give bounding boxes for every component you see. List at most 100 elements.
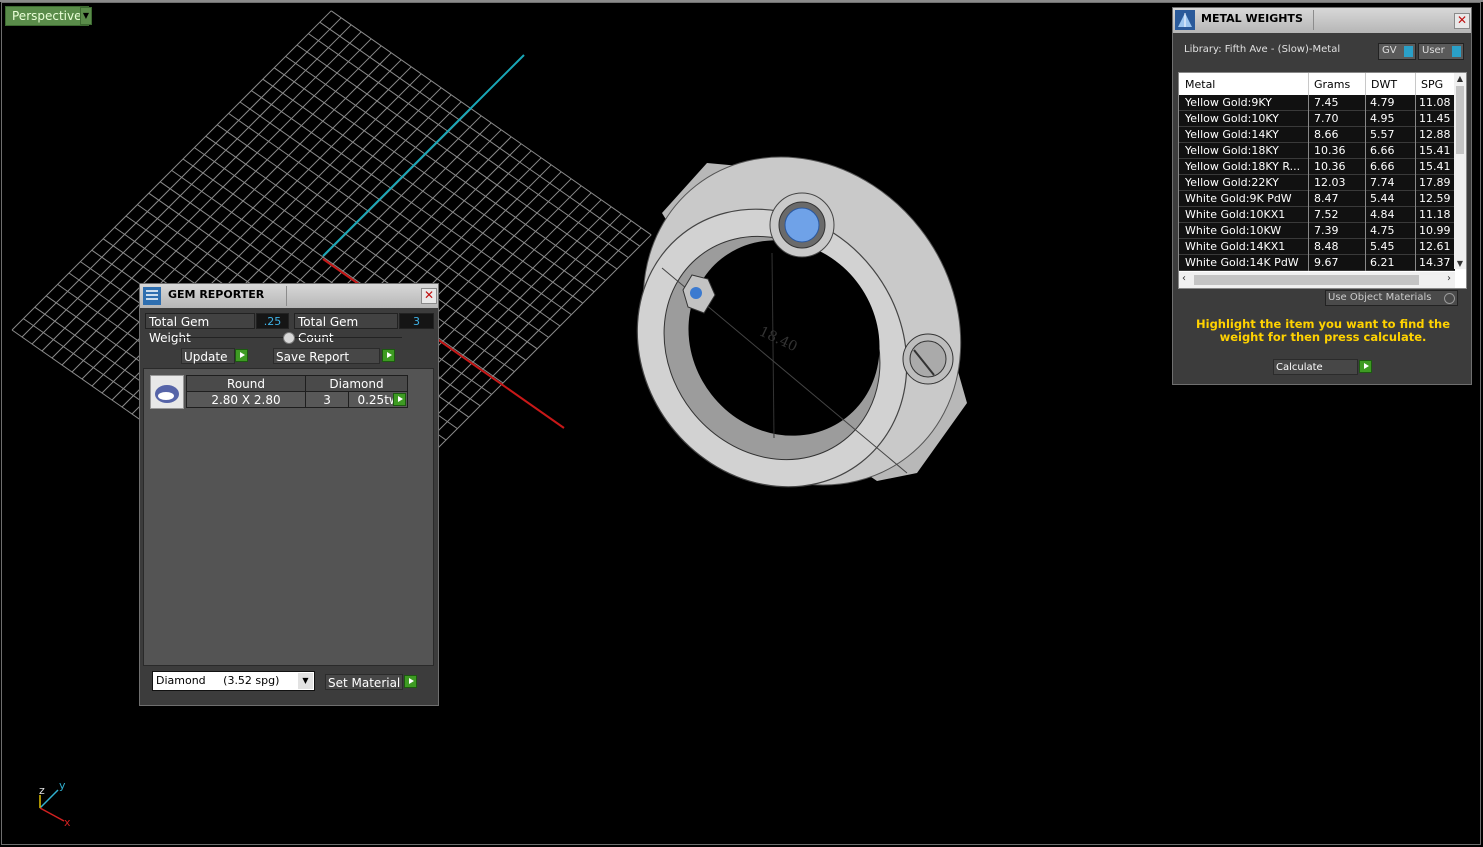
user-indicator [1452, 46, 1461, 57]
scroll-right-icon[interactable]: › [1447, 273, 1451, 284]
metal-name-cell: Yellow Gold:18KY R... [1185, 160, 1301, 173]
axis-tripod: y z x [39, 779, 71, 829]
close-icon[interactable]: ✕ [1454, 13, 1470, 29]
metal-name-cell: Yellow Gold:22KY [1185, 176, 1279, 189]
table-row[interactable]: Yellow Gold:22KY 12.03 7.74 17.89 [1179, 175, 1455, 191]
total-gem-count-value: 3 [399, 313, 434, 329]
metal-name-cell: Yellow Gold:18KY [1185, 144, 1279, 157]
col-grams[interactable]: Grams [1314, 78, 1350, 91]
gem-reporter-titlebar[interactable]: GEM REPORTER ✕ [140, 284, 438, 308]
spg-cell: 11.18 [1419, 208, 1451, 221]
viewport-label[interactable]: Perspective [5, 6, 89, 26]
viewport-menu-arrow[interactable]: ▼ [80, 7, 92, 25]
gv-toggle[interactable]: GV [1378, 43, 1416, 60]
axis-y-label: y [59, 779, 66, 792]
save-report-go-icon[interactable] [382, 349, 395, 362]
table-row[interactable]: White Gold:14K PdW 9.67 6.21 14.37 [1179, 255, 1455, 271]
use-object-materials-label: Use Object Materials [1328, 292, 1432, 303]
scroll-left-icon[interactable]: ‹ [1182, 273, 1186, 284]
table-row[interactable]: Yellow Gold:10KY 7.70 4.95 11.45 [1179, 111, 1455, 127]
update-go-icon[interactable] [235, 349, 248, 362]
dwt-cell: 6.66 [1370, 160, 1395, 173]
total-gem-weight-value: .25 [256, 313, 289, 329]
grams-cell: 12.03 [1314, 176, 1346, 189]
gem-count: 3 [304, 391, 350, 408]
col-metal[interactable]: Metal [1185, 78, 1215, 91]
grams-cell: 10.36 [1314, 160, 1346, 173]
metal-weights-table[interactable]: Metal Grams DWT SPG Yellow Gold:9KY 7.45 4… [1178, 72, 1467, 289]
close-icon[interactable]: ✕ [421, 288, 437, 304]
scroll-thumb-horizontal[interactable] [1194, 275, 1419, 285]
dwt-cell: 6.66 [1370, 144, 1395, 157]
metal-name-cell: Yellow Gold:10KY [1185, 112, 1279, 125]
material-select-value: Diamond (3.52 spg) [156, 674, 280, 687]
metal-name-cell: White Gold:10KX1 [1185, 208, 1286, 221]
total-gem-count-label: Total Gem Count [294, 313, 398, 345]
metal-name-cell: White Gold:10KW [1185, 224, 1282, 237]
gem-reporter-title: GEM REPORTER [168, 288, 265, 301]
table-row[interactable]: Yellow Gold:14KY 8.66 5.57 12.88 [1179, 127, 1455, 143]
spg-cell: 15.41 [1419, 160, 1451, 173]
table-row[interactable]: Yellow Gold:18KY R... 10.36 6.66 15.41 [1179, 159, 1455, 175]
col-dwt[interactable]: DWT [1371, 78, 1397, 91]
scale-icon [1175, 10, 1195, 30]
calculate-button[interactable]: Calculate [1273, 359, 1358, 375]
axis-z-label: z [39, 784, 45, 797]
set-material-button[interactable]: Set Material [325, 674, 403, 690]
table-row[interactable]: White Gold:10KX1 7.52 4.84 11.18 [1179, 207, 1455, 223]
y-axis-line [322, 54, 525, 257]
gem-row-go-icon[interactable] [393, 393, 406, 406]
total-gem-weight-label: Total Gem Weight [145, 313, 255, 345]
scroll-thumb[interactable] [1456, 86, 1464, 154]
user-toggle[interactable]: User [1418, 43, 1464, 60]
metal-weights-titlebar[interactable]: METAL WEIGHTS ✕ [1173, 8, 1471, 33]
gem-list[interactable]: Round Diamond 2.80 X 2.80 3 0.25tw [143, 368, 434, 666]
use-object-materials-toggle[interactable]: Use Object Materials [1325, 290, 1458, 306]
spg-cell: 12.61 [1419, 240, 1451, 253]
table-header: Metal Grams DWT SPG [1179, 73, 1455, 95]
grams-cell: 8.47 [1314, 192, 1339, 205]
ring-model[interactable]: 18.40 [578, 93, 1026, 549]
scroll-down-icon[interactable]: ▼ [1454, 259, 1466, 268]
gem-shape: Round [186, 375, 306, 392]
dwt-cell: 7.74 [1370, 176, 1395, 189]
scroll-up-icon[interactable]: ▲ [1454, 74, 1466, 83]
update-button[interactable]: Update [181, 348, 235, 364]
table-row[interactable]: White Gold:10KW 7.39 4.75 10.99 [1179, 223, 1455, 239]
spg-cell: 14.37 [1419, 256, 1451, 269]
metal-name-cell: White Gold:14KX1 [1185, 240, 1286, 253]
table-row[interactable]: White Gold:9K PdW 8.47 5.44 12.59 [1179, 191, 1455, 207]
spg-cell: 11.08 [1419, 96, 1451, 109]
spg-cell: 17.89 [1419, 176, 1451, 189]
dwt-cell: 4.95 [1370, 112, 1395, 125]
table-row[interactable]: Yellow Gold:18KY 10.36 6.66 15.41 [1179, 143, 1455, 159]
gem-row-values[interactable]: 2.80 X 2.80 3 0.25tw [186, 391, 408, 408]
chevron-down-icon[interactable]: ▼ [298, 673, 313, 689]
grams-cell: 8.66 [1314, 128, 1339, 141]
col-spg[interactable]: SPG [1421, 78, 1443, 91]
dwt-cell: 4.75 [1370, 224, 1395, 237]
round-gem-icon [155, 385, 179, 403]
material-select[interactable]: Diamond (3.52 spg) ▼ [152, 671, 315, 691]
table-row[interactable]: Yellow Gold:9KY 7.45 4.79 11.08 [1179, 95, 1455, 111]
grams-cell: 9.67 [1314, 256, 1339, 269]
library-label: Library: Fifth Ave - (Slow)-Metal [1184, 44, 1341, 55]
calculate-go-icon[interactable] [1359, 360, 1372, 373]
vertical-scrollbar[interactable]: ▲ ▼ [1454, 73, 1466, 269]
gem-report-icon [143, 287, 161, 305]
instruction-text: Highlight the item you want to find the … [1196, 317, 1450, 344]
slider-handle[interactable] [283, 332, 295, 344]
gv-indicator [1404, 46, 1413, 57]
horizontal-scrollbar[interactable]: ‹ › [1179, 272, 1455, 288]
dwt-cell: 4.84 [1370, 208, 1395, 221]
set-material-go-icon[interactable] [404, 675, 417, 688]
axis-x-label: x [64, 816, 71, 829]
table-row[interactable]: White Gold:14KX1 8.48 5.45 12.61 [1179, 239, 1455, 255]
gem-row-header: Round Diamond [186, 375, 408, 392]
spg-cell: 11.45 [1419, 112, 1451, 125]
save-report-button[interactable]: Save Report [273, 348, 380, 364]
dwt-cell: 5.45 [1370, 240, 1395, 253]
metal-weights-title: METAL WEIGHTS [1201, 12, 1303, 25]
grams-cell: 8.48 [1314, 240, 1339, 253]
gem-size: 2.80 X 2.80 [186, 391, 306, 408]
